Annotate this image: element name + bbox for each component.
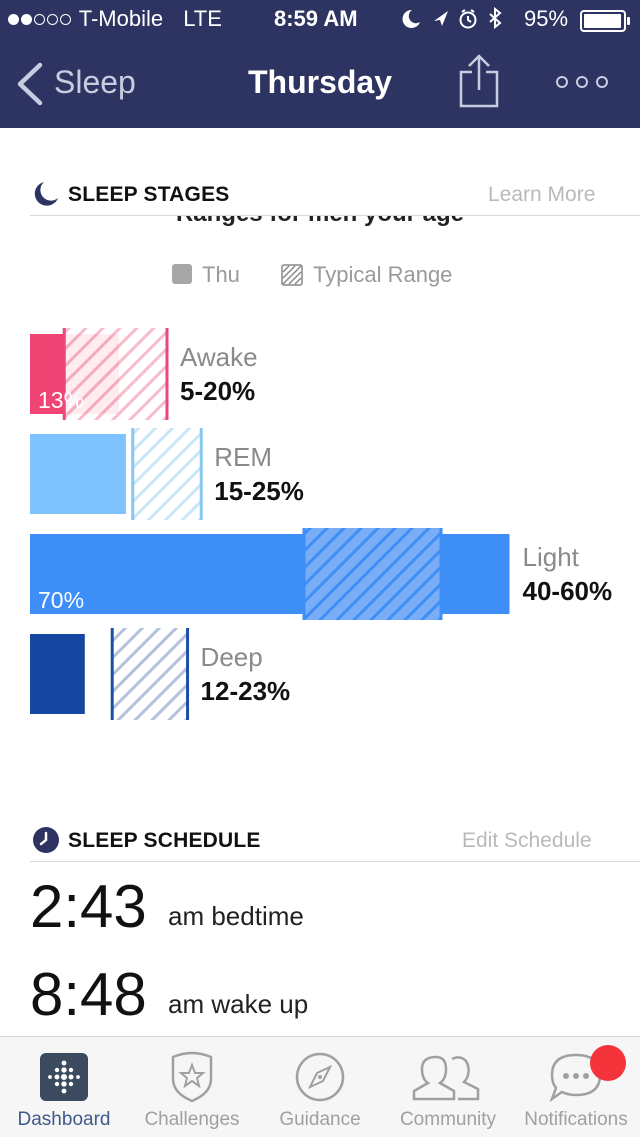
- network-type: LTE: [183, 6, 222, 31]
- signal-strength-icon: [8, 6, 73, 31]
- deep-range-label: 12-23%: [200, 676, 291, 706]
- section-divider: [30, 861, 640, 862]
- tab-bar: Dashboard Challenges Guidance Community …: [0, 1036, 640, 1137]
- rem-range-label: 15-25%: [214, 476, 304, 506]
- awake-stage-name: Awake: [180, 342, 258, 372]
- light-typical-range: [304, 528, 441, 620]
- tab-label: Dashboard: [17, 1109, 111, 1130]
- share-icon[interactable]: [458, 54, 500, 110]
- rem-typical-range: [132, 428, 202, 520]
- legend-thu-label: Thu: [202, 262, 240, 287]
- tab-challenges[interactable]: Challenges: [128, 1037, 256, 1137]
- ranges-caption-clip: Ranges for men your age: [0, 216, 640, 234]
- rem-bar: [30, 434, 126, 514]
- ranges-caption: Ranges for men your age: [0, 216, 640, 228]
- star-shield-icon: [171, 1051, 213, 1103]
- light-range-min-line: [302, 528, 306, 620]
- compass-icon: [295, 1052, 345, 1102]
- wake-time: 8:48: [30, 961, 147, 1028]
- deep-range-min-line: [110, 628, 114, 720]
- sleep-stages-chart: [30, 328, 510, 720]
- status-icons: [398, 6, 508, 38]
- deep-typical-range: [112, 628, 188, 720]
- deep-stage-name: Deep: [200, 642, 263, 672]
- awake-value-label: 13%: [38, 387, 85, 413]
- fitbit-dots-icon: [40, 1053, 88, 1101]
- bedtime-label: am bedtime: [168, 901, 304, 931]
- signal-and-carrier: T-Mobile LTE: [8, 6, 222, 32]
- legend-typical-swatch: [281, 264, 303, 286]
- status-indicator-icons: [402, 6, 502, 30]
- sleep-stages-heading: SLEEP STAGES: [68, 183, 230, 206]
- rem-range-min-line: [131, 428, 135, 520]
- tab-label: Challenges: [144, 1109, 240, 1130]
- nav-header: T-Mobile LTE 8:59 AM 95% Sleep Thursday: [0, 0, 640, 128]
- light-range-label: 40-60%: [522, 576, 613, 606]
- legend-thu-swatch: [172, 264, 192, 284]
- tab-label: Notifications: [524, 1109, 628, 1130]
- deep-bar: [30, 634, 85, 714]
- tab-guidance[interactable]: Guidance: [256, 1037, 384, 1137]
- edit-schedule-link[interactable]: Edit Schedule: [462, 829, 592, 853]
- battery-icon: [580, 10, 630, 32]
- deep-range-max-line: [186, 628, 190, 720]
- rem-range-max-line: [199, 428, 203, 520]
- light-stage-name: Light: [522, 542, 579, 572]
- notification-badge: [590, 1045, 626, 1081]
- tab-community[interactable]: Community: [384, 1037, 512, 1137]
- legend-typical-label: Typical Range: [313, 262, 453, 287]
- sleep-schedule-heading: SLEEP SCHEDULE: [68, 829, 261, 852]
- light-range-max-line: [439, 528, 443, 620]
- carrier-name: T-Mobile: [78, 6, 164, 31]
- tab-label: Guidance: [279, 1109, 361, 1130]
- tab-notifications[interactable]: Notifications: [512, 1037, 640, 1137]
- page-title: Thursday: [247, 64, 393, 100]
- bedtime-time: 2:43: [30, 873, 147, 940]
- status-time: 8:59 AM: [274, 6, 358, 31]
- rem-stage-name: REM: [214, 442, 273, 472]
- tab-dashboard[interactable]: Dashboard: [0, 1037, 128, 1137]
- moon-icon: [34, 182, 58, 206]
- clock-icon: [33, 827, 59, 853]
- more-options-icon[interactable]: [556, 74, 610, 90]
- tab-label: Community: [399, 1109, 497, 1130]
- people-icon: [412, 1055, 480, 1101]
- learn-more-link[interactable]: Learn More: [488, 183, 595, 207]
- awake-range-label: 5-20%: [180, 376, 256, 406]
- wake-label: am wake up: [168, 989, 309, 1019]
- battery-percent: 95%: [524, 6, 569, 31]
- light-value-label: 70%: [38, 587, 85, 613]
- awake-range-max-line: [165, 328, 169, 420]
